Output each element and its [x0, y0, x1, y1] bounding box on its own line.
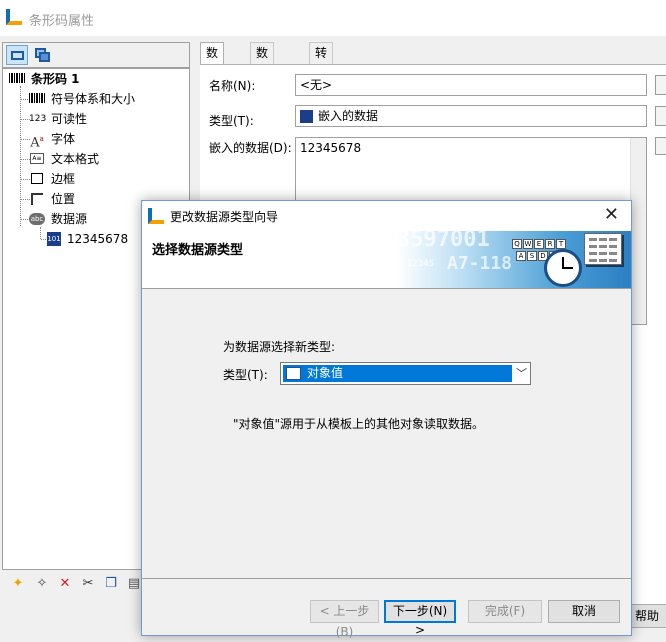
- type-picker-button[interactable]: [655, 106, 666, 126]
- tree-item-border[interactable]: 边框: [29, 170, 179, 188]
- wizard-header: 选择数据源类型 3597001 A7-118 12345 Q W E R T A…: [142, 231, 631, 289]
- window-titlebar: 条形码属性: [0, 0, 666, 36]
- paste-icon[interactable]: ▤: [126, 576, 142, 592]
- type-value: 嵌入的数据: [318, 109, 379, 123]
- change-datasource-wizard: 更改数据源类型向导 ✕ 选择数据源类型 3597001 A7-118 12345…: [141, 200, 632, 639]
- embedded-data-label: 嵌入的数据(D):: [209, 141, 292, 155]
- type-label: 类型(T):: [209, 114, 254, 128]
- dialog-titlebar: 更改数据源类型向导 ✕: [142, 201, 631, 231]
- tab-data-source[interactable]: 数据源: [200, 42, 225, 100]
- datasource-type-label: 类型(T):: [223, 368, 268, 382]
- data-source-abc-icon: abc: [29, 213, 45, 225]
- barcode-bars-icon: [29, 93, 45, 103]
- delete-icon[interactable]: ✕: [57, 576, 73, 592]
- calculator-icon: [584, 233, 622, 265]
- footer-divider: [142, 578, 631, 579]
- text-format-icon: A≡: [30, 153, 44, 164]
- type-field[interactable]: 嵌入的数据: [295, 105, 647, 127]
- datasource-type-select[interactable]: 对象值 ﹀: [280, 362, 531, 385]
- barcode-123-icon: [9, 73, 25, 83]
- datasource-type-selected: 对象值: [283, 365, 512, 382]
- next-button[interactable]: 下一步(N) >: [384, 600, 456, 637]
- readable-123-icon: 123: [29, 114, 47, 124]
- wizard-banner-image: 3597001 A7-118 12345 Q W E R T A S D F G: [397, 231, 631, 288]
- dialog-title: 更改数据源类型向导: [170, 210, 279, 224]
- object-value-icon: [286, 367, 301, 380]
- prompt-text: 为数据源选择新类型:: [223, 340, 336, 354]
- copy-icon[interactable]: ❐: [103, 576, 119, 592]
- wizard-heading: 选择数据源类型: [152, 243, 244, 258]
- app-logo-icon: [6, 9, 22, 25]
- position-icon: [31, 193, 43, 205]
- window-title: 条形码属性: [29, 14, 95, 29]
- textarea-scrollbar[interactable]: [630, 138, 646, 324]
- tab-data-type[interactable]: 数据类型: [250, 42, 275, 120]
- tab-conversion[interactable]: 转换: [309, 42, 334, 80]
- close-icon[interactable]: ✕: [604, 205, 619, 225]
- window-view-button[interactable]: [31, 45, 53, 65]
- type-description: "对象值"源用于从模板上的其他对象读取数据。: [233, 417, 485, 431]
- link-view-button[interactable]: [6, 45, 28, 65]
- app-logo-icon: [148, 208, 164, 224]
- tree-item-text-format[interactable]: A≡ 文本格式: [29, 150, 179, 168]
- cancel-button[interactable]: 取消: [548, 600, 620, 623]
- new-item-icon[interactable]: ✦: [10, 576, 26, 592]
- name-picker-button[interactable]: [655, 75, 666, 95]
- tree-item-font[interactable]: Aa 字体: [29, 130, 179, 151]
- embedded-data-icon: [300, 110, 313, 123]
- tree-item-symbology[interactable]: 符号体系和大小: [29, 90, 179, 108]
- tree-item-barcode[interactable]: 条形码 1: [7, 70, 187, 88]
- tree-toolbar: [2, 42, 190, 68]
- font-a-icon: Aa: [30, 135, 44, 151]
- embedded-data-icon: 101: [47, 232, 61, 246]
- chevron-down-icon[interactable]: ﹀: [516, 365, 527, 382]
- wizard-icon[interactable]: ✧: [34, 576, 50, 592]
- link-icon: [11, 51, 24, 60]
- back-button[interactable]: < 上一步(B): [310, 600, 379, 639]
- finish-button[interactable]: 完成(F): [468, 600, 542, 623]
- expression-button[interactable]: [655, 137, 666, 155]
- clock-icon: [544, 249, 582, 287]
- border-icon: [31, 173, 43, 184]
- name-field[interactable]: <无>: [295, 74, 647, 96]
- name-label: 名称(N):: [209, 79, 256, 93]
- tree-item-readability[interactable]: 123 可读性: [29, 110, 179, 128]
- cut-icon[interactable]: ✂: [80, 576, 96, 592]
- tree-item-embedded-12345678[interactable]: 101 12345678: [47, 230, 147, 248]
